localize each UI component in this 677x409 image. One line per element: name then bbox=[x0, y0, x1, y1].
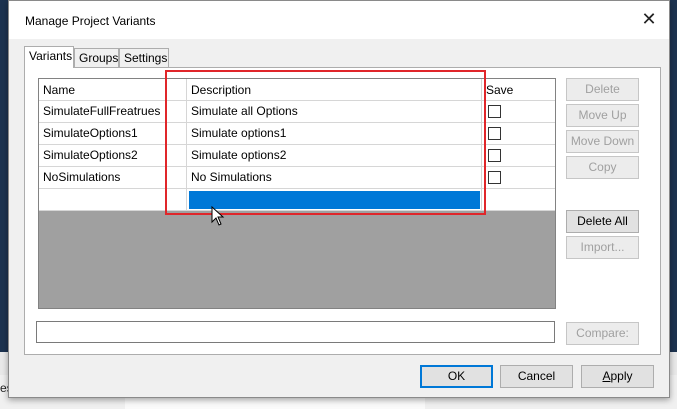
apply-button[interactable]: Apply bbox=[581, 365, 654, 388]
highlight-annotation-box bbox=[165, 70, 486, 215]
tab-variants[interactable]: Variants bbox=[24, 46, 74, 68]
move-up-button[interactable]: Move Up bbox=[566, 104, 639, 127]
ok-button[interactable]: OK bbox=[420, 365, 493, 388]
save-checkbox[interactable] bbox=[488, 127, 501, 140]
copy-button[interactable]: Copy bbox=[566, 156, 639, 179]
dialog-title: Manage Project Variants bbox=[25, 14, 156, 28]
compare-input[interactable] bbox=[36, 321, 555, 343]
mouse-pointer-icon bbox=[211, 206, 225, 226]
close-icon[interactable]: ✕ bbox=[639, 11, 659, 31]
save-checkbox[interactable] bbox=[488, 149, 501, 162]
save-checkbox[interactable] bbox=[488, 171, 501, 184]
import-button[interactable]: Import... bbox=[566, 236, 639, 259]
column-header-save[interactable]: Save bbox=[482, 79, 555, 101]
title-bar: Manage Project Variants ✕ bbox=[9, 1, 669, 39]
delete-button[interactable]: Delete bbox=[566, 78, 639, 101]
move-down-button[interactable]: Move Down bbox=[566, 130, 639, 153]
tab-settings[interactable]: Settings bbox=[119, 48, 169, 67]
compare-button[interactable]: Compare: bbox=[566, 322, 639, 345]
cancel-button[interactable]: Cancel bbox=[500, 365, 573, 388]
delete-all-button[interactable]: Delete All bbox=[566, 210, 639, 233]
save-checkbox[interactable] bbox=[488, 105, 501, 118]
tab-groups[interactable]: Groups bbox=[74, 48, 119, 67]
